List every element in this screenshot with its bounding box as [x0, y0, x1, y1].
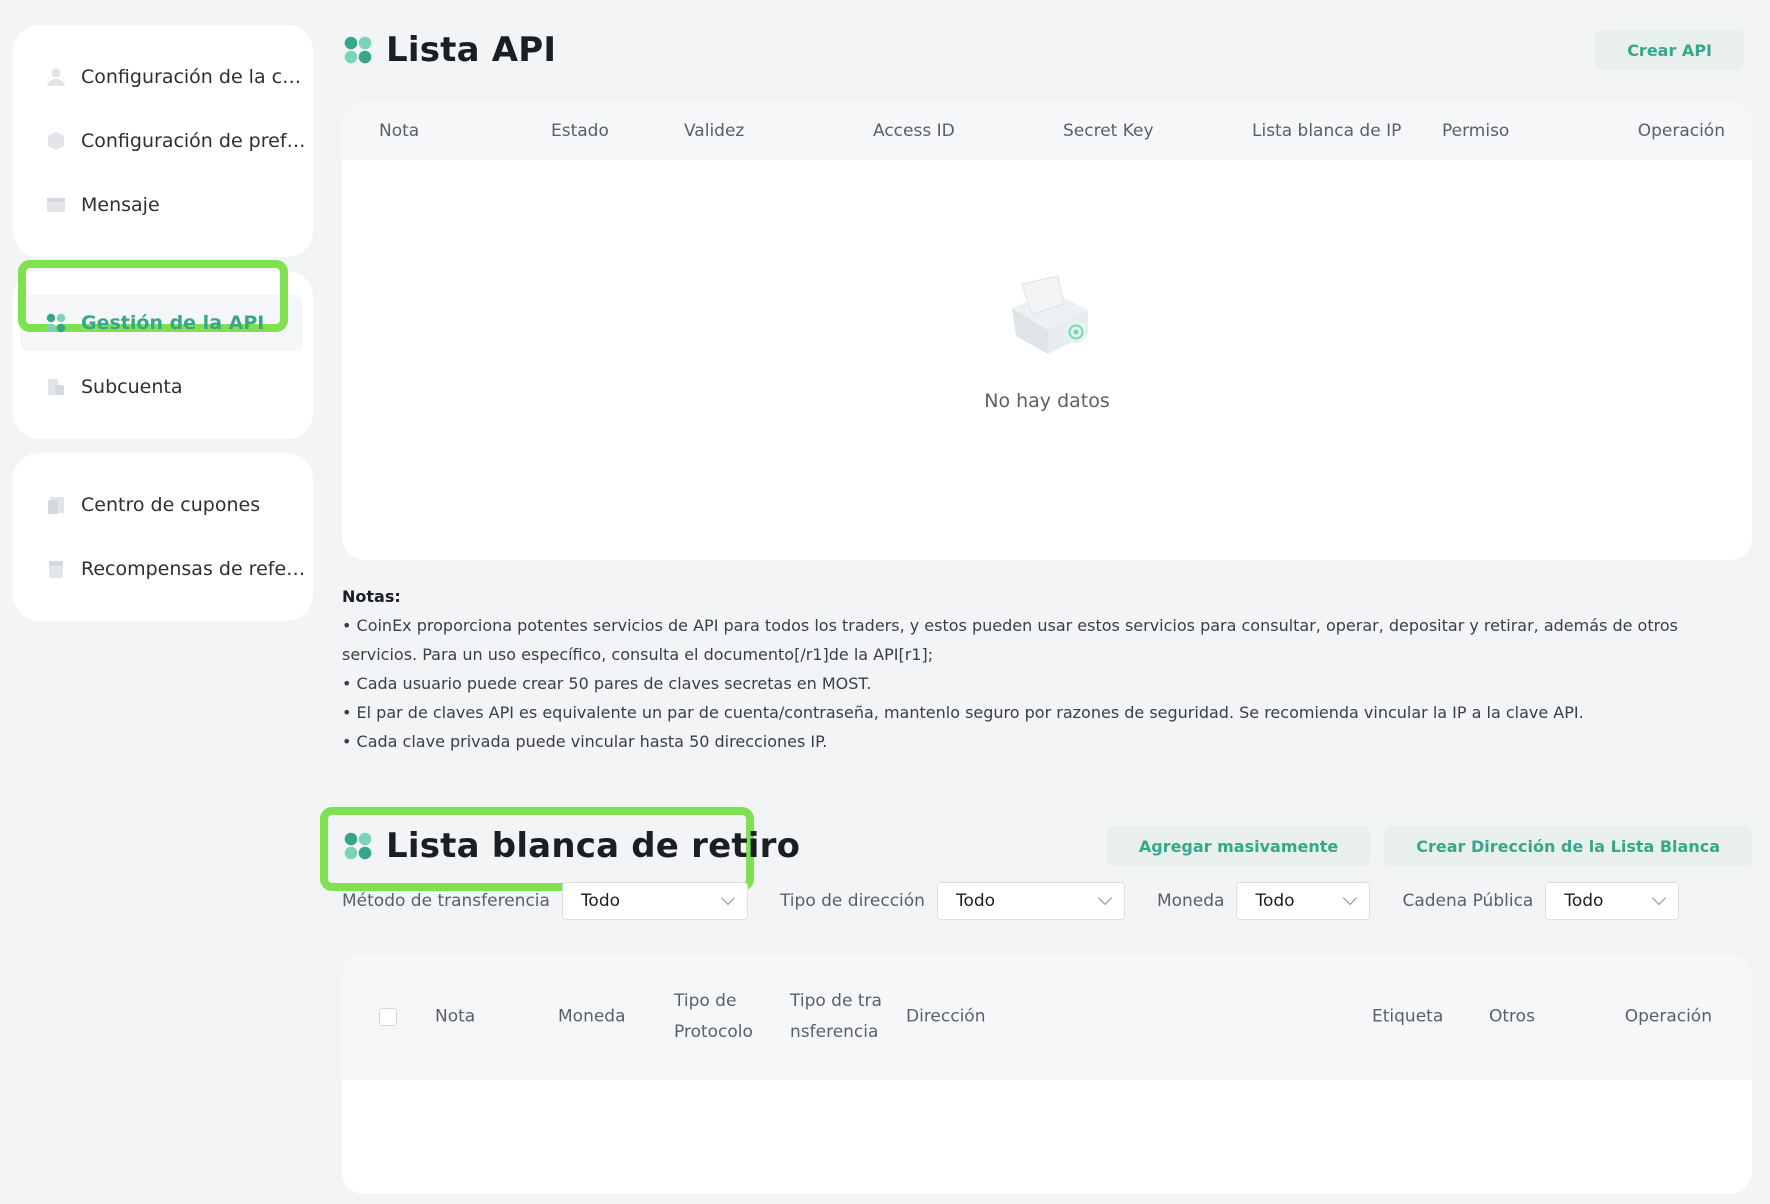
whitelist-header: Lista blanca de retiro Agregar masivamen… — [342, 826, 1752, 866]
column-header: Etiqueta — [1372, 1006, 1444, 1027]
sidebar-item-label: Mensaje — [81, 194, 160, 216]
column-header: Access ID — [873, 121, 955, 141]
chevron-down-icon — [1097, 890, 1113, 906]
create-api-button[interactable]: Crear API — [1595, 30, 1744, 70]
column-header: Moneda — [558, 1006, 626, 1027]
api-icon — [45, 312, 67, 334]
select-value: Todo — [1255, 891, 1295, 911]
whitelist-table: Nota Moneda Tipo de Protocolo Tipo de tr… — [342, 954, 1752, 1194]
notes-item: • Cada usuario puede crear 50 pares de c… — [342, 674, 872, 693]
main-content: Lista API Crear API Nota Estado Validez … — [342, 0, 1752, 1194]
select-value: Todo — [955, 891, 996, 911]
sidebar-item-message[interactable]: Mensaje — [13, 173, 313, 237]
transfer-method-select[interactable]: Todo — [561, 882, 748, 920]
chevron-down-icon — [1343, 890, 1358, 906]
api-icon — [344, 36, 372, 64]
notes-item: • CoinEx proporciona potentes servicios … — [342, 616, 1678, 664]
preferences-icon — [45, 130, 67, 152]
filter-label: Tipo de dirección — [779, 891, 925, 911]
select-all-checkbox[interactable] — [379, 1008, 397, 1026]
sidebar-item-label: Subcuenta — [81, 376, 183, 398]
notes-title: Notas: — [342, 587, 401, 606]
api-table-header: Nota Estado Validez Access ID Secret Key… — [342, 102, 1752, 160]
sidebar-group-rewards: Centro de cupones Recompensas de referid… — [13, 453, 313, 621]
sidebar-item-label: Configuración de la cuenta — [81, 66, 306, 88]
column-header: Operación — [1637, 121, 1725, 141]
create-whitelist-address-button[interactable]: Crear Dirección de la Lista Blanca — [1384, 826, 1752, 866]
empty-state: No hay datos — [342, 160, 1752, 412]
sidebar-item-preferences[interactable]: Configuración de preferencias — [13, 109, 313, 173]
sidebar-item-subaccount[interactable]: Subcuenta — [13, 355, 313, 419]
address-type-select[interactable]: Todo — [936, 882, 1125, 920]
referral-icon — [45, 558, 67, 580]
notes-item: • Cada clave privada puede vincular hast… — [342, 732, 828, 751]
column-header: Dirección — [906, 1006, 986, 1027]
sidebar-item-label: Centro de cupones — [81, 494, 261, 516]
column-header: Nota — [379, 121, 420, 141]
whitelist-title: Lista blanca de retiro — [386, 826, 801, 866]
sidebar-item-label: Configuración de preferencias — [81, 130, 306, 152]
column-header: Lista blanca de IP — [1252, 121, 1402, 141]
public-chain-select[interactable]: Todo — [1545, 882, 1680, 920]
sidebar-item-label: Recompensas de referidos — [81, 558, 306, 580]
bulk-add-button[interactable]: Agregar masivamente — [1106, 826, 1371, 866]
sidebar-item-label: Gestión de la API — [81, 312, 265, 334]
sidebar: Configuración de la cuenta Configuración… — [13, 25, 313, 635]
select-value: Todo — [580, 891, 621, 911]
filter-public-chain: Cadena Pública Todo — [1402, 882, 1680, 920]
column-header: Nota — [435, 1006, 476, 1027]
chevron-down-icon — [1652, 890, 1667, 906]
sidebar-group-api: Gestión de la API Subcuenta — [13, 271, 313, 439]
subaccount-icon — [45, 376, 67, 398]
user-icon — [45, 66, 67, 88]
notes-item: • El par de claves API es equivalente un… — [342, 703, 1584, 722]
filter-currency: Moneda Todo — [1157, 882, 1371, 920]
filter-transfer-method: Método de transferencia Todo — [342, 882, 748, 920]
column-header: Permiso — [1442, 121, 1510, 141]
sidebar-item-coupon-center[interactable]: Centro de cupones — [13, 473, 313, 537]
currency-select[interactable]: Todo — [1236, 882, 1371, 920]
empty-box-icon — [1012, 275, 1088, 354]
sidebar-item-referral-rewards[interactable]: Recompensas de referidos — [13, 537, 313, 601]
column-header: Estado — [551, 121, 609, 141]
column-header: Otros — [1489, 1006, 1535, 1027]
filter-label: Moneda — [1156, 891, 1225, 911]
api-icon — [344, 832, 372, 860]
column-header: Tipo de Protocolo — [674, 991, 753, 1042]
filter-label: Cadena Pública — [1402, 891, 1534, 911]
whitelist-filters: Método de transferencia Todo Tipo de dir… — [342, 882, 1752, 920]
api-table: Nota Estado Validez Access ID Secret Key… — [342, 102, 1752, 560]
page-title: Lista API — [386, 30, 557, 70]
sidebar-item-api-management[interactable]: Gestión de la API — [13, 291, 313, 355]
notes: Notas: • CoinEx proporciona potentes ser… — [342, 582, 1752, 756]
sidebar-group-account: Configuración de la cuenta Configuración… — [13, 25, 313, 257]
column-header: Operación — [1624, 1006, 1712, 1027]
message-icon — [45, 194, 67, 216]
column-header: Secret Key — [1063, 121, 1154, 141]
select-value: Todo — [1564, 891, 1604, 911]
empty-text: No hay datos — [984, 390, 1110, 412]
api-list-header: Lista API Crear API — [342, 30, 1752, 70]
column-header: Validez — [684, 121, 745, 141]
filter-label: Método de transferencia — [342, 891, 550, 911]
chevron-down-icon — [720, 890, 736, 906]
column-header: Tipo de transferencia — [790, 991, 882, 1042]
whitelist-table-header: Nota Moneda Tipo de Protocolo Tipo de tr… — [342, 954, 1752, 1080]
filter-address-type: Tipo de dirección Todo — [780, 882, 1125, 920]
sidebar-item-account-settings[interactable]: Configuración de la cuenta — [13, 45, 313, 109]
select-all-cell — [379, 1008, 397, 1026]
coupon-icon — [45, 494, 67, 516]
